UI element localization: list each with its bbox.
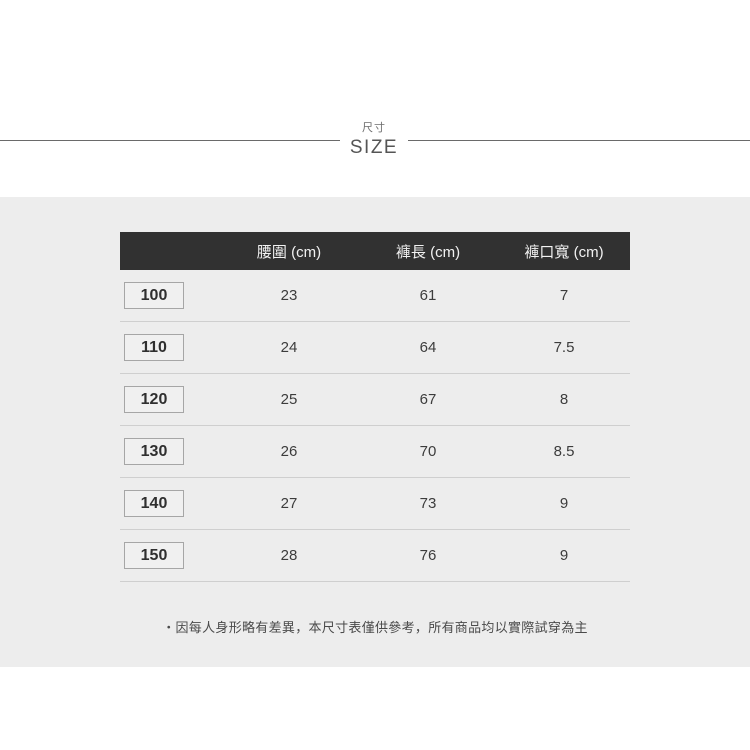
size-cell: 130 bbox=[120, 437, 220, 466]
table-row: 150 28 76 9 bbox=[120, 530, 630, 582]
size-cell: 150 bbox=[120, 541, 220, 570]
size-cell: 140 bbox=[120, 489, 220, 518]
size-badge: 100 bbox=[124, 281, 184, 310]
page-title: 尺寸 SIZE bbox=[340, 122, 408, 158]
waist-value: 27 bbox=[280, 495, 298, 512]
hem-width-value: 7 bbox=[559, 287, 569, 304]
page-title-en: SIZE bbox=[349, 137, 399, 158]
table-row: 110 24 64 7.5 bbox=[120, 322, 630, 374]
size-chart-panel: 腰圍 (cm) 褲長 (cm) 褲口寬 (cm) 100 23 61 7 110… bbox=[0, 197, 750, 667]
waist-value: 24 bbox=[280, 339, 298, 356]
length-value: 70 bbox=[419, 443, 437, 460]
hem-width-value: 9 bbox=[559, 547, 569, 564]
hem-width-value: 8.5 bbox=[553, 443, 575, 460]
size-disclaimer-note: ・因每人身形略有差異，本尺寸表僅供參考，所有商品均以實際試穿為主 bbox=[162, 620, 588, 635]
column-header-hem-width: 褲口寬 (cm) bbox=[524, 243, 604, 261]
size-cell: 100 bbox=[120, 281, 220, 310]
title-section: 尺寸 SIZE bbox=[0, 0, 750, 197]
column-header-waist: 腰圍 (cm) bbox=[256, 243, 322, 261]
hem-width-value: 8 bbox=[559, 391, 569, 408]
length-value: 76 bbox=[419, 547, 437, 564]
size-cell: 110 bbox=[120, 333, 220, 362]
hem-width-value: 9 bbox=[559, 495, 569, 512]
size-badge: 150 bbox=[124, 541, 184, 570]
size-badge: 110 bbox=[124, 333, 184, 362]
bottom-spacer bbox=[0, 667, 750, 750]
table-header-row: 腰圍 (cm) 褲長 (cm) 褲口寬 (cm) bbox=[120, 232, 630, 270]
size-badge: 140 bbox=[124, 489, 184, 518]
page-title-zh: 尺寸 bbox=[362, 122, 386, 134]
length-value: 61 bbox=[419, 287, 437, 304]
divider-line-right bbox=[408, 139, 750, 141]
size-badge: 120 bbox=[124, 385, 184, 414]
table-row: 100 23 61 7 bbox=[120, 270, 630, 322]
table-row: 130 26 70 8.5 bbox=[120, 426, 630, 478]
table-row: 140 27 73 9 bbox=[120, 478, 630, 530]
column-header-length: 褲長 (cm) bbox=[395, 243, 461, 261]
size-title-group: 尺寸 SIZE bbox=[0, 115, 750, 165]
waist-value: 26 bbox=[280, 443, 298, 460]
hem-width-value: 7.5 bbox=[553, 339, 575, 356]
table-row: 120 25 67 8 bbox=[120, 374, 630, 426]
waist-value: 25 bbox=[280, 391, 298, 408]
length-value: 73 bbox=[419, 495, 437, 512]
waist-value: 28 bbox=[280, 547, 298, 564]
length-value: 64 bbox=[419, 339, 437, 356]
waist-value: 23 bbox=[280, 287, 298, 304]
length-value: 67 bbox=[419, 391, 437, 408]
size-table: 腰圍 (cm) 褲長 (cm) 褲口寬 (cm) 100 23 61 7 110… bbox=[120, 232, 630, 582]
size-cell: 120 bbox=[120, 385, 220, 414]
size-badge: 130 bbox=[124, 437, 184, 466]
divider-line-left bbox=[0, 139, 340, 141]
